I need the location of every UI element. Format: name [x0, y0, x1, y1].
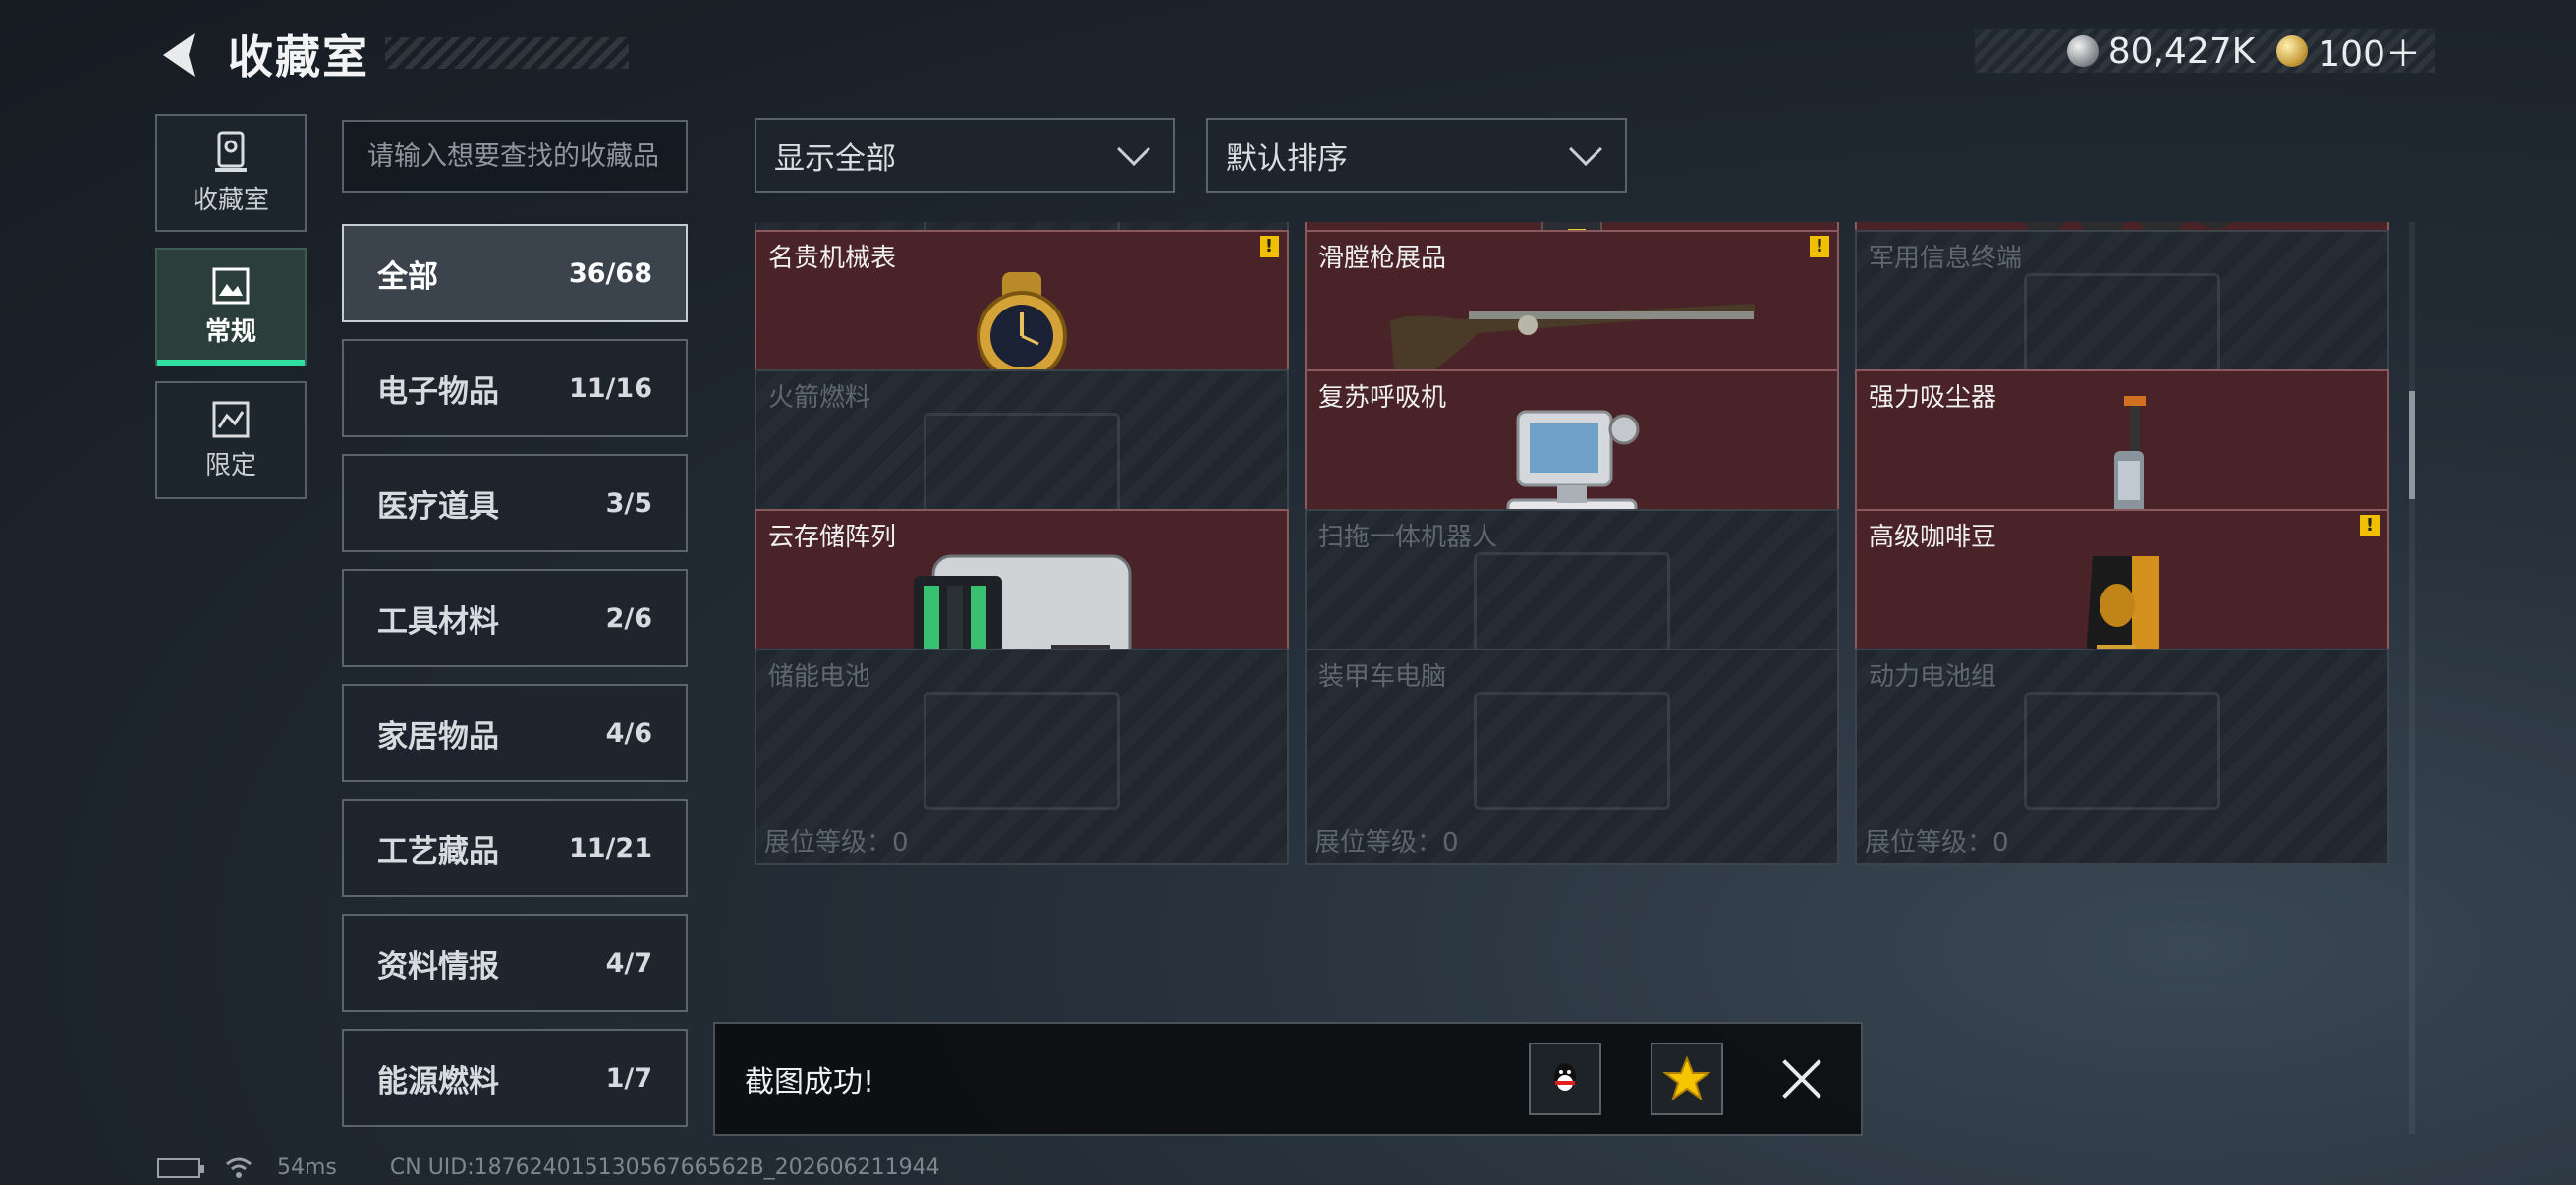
category-item[interactable]: 电子物品 11/16 — [342, 339, 688, 437]
alert-badge-icon: ! — [1810, 236, 1829, 257]
search-input[interactable] — [342, 120, 688, 193]
item-name: 云存储阵列 — [768, 523, 897, 552]
ping-value: 54ms — [277, 1156, 337, 1180]
category-item[interactable]: 能源燃料 1/7 — [342, 1029, 688, 1127]
category-name: 工具材料 — [377, 603, 499, 640]
scrollbar-thumb[interactable] — [2409, 391, 2415, 499]
category-count: 2/6 — [605, 602, 652, 634]
battery-icon — [157, 1157, 204, 1178]
alert-badge-icon: ! — [1260, 236, 1279, 257]
booth-level: 展位等级：0 — [1315, 828, 1459, 858]
back-button[interactable] — [155, 29, 206, 81]
category-name: 家居物品 — [377, 718, 499, 755]
item-name: 军用信息终端 — [1869, 244, 2023, 273]
alert-badge-icon: ! — [2360, 515, 2380, 536]
title-decoration — [385, 37, 629, 69]
category-item[interactable]: 全部 36/68 — [342, 224, 688, 322]
tab-limited[interactable]: 限定 — [155, 381, 307, 499]
close-icon[interactable] — [1772, 1049, 1831, 1108]
silver-currency-value: 80,427K — [2107, 30, 2256, 72]
gold-currency[interactable]: 100＋ — [2276, 26, 2421, 77]
item-name: 复苏呼吸机 — [1318, 383, 1447, 413]
chevron-down-icon — [1117, 133, 1150, 166]
sort-dropdown-value: 默认排序 — [1226, 141, 1348, 177]
collection-card[interactable]: 装甲车电脑展位等级：0 — [1305, 649, 1839, 865]
item-name: 滑膛枪展品 — [1318, 244, 1447, 273]
limited-icon — [212, 401, 250, 437]
category-item[interactable]: 工艺藏品 11/21 — [342, 799, 688, 897]
tab-collection-room[interactable]: 收藏室 — [155, 114, 307, 232]
item-name: 火箭燃料 — [768, 383, 871, 413]
category-item[interactable]: 家居物品 4/6 — [342, 684, 688, 782]
category-count: 1/7 — [605, 1062, 652, 1094]
category-name: 资料情报 — [377, 948, 499, 985]
screenshot-toast: 截图成功! — [713, 1022, 1863, 1136]
silver-coin-icon — [2066, 35, 2099, 67]
item-name: 名贵机械表 — [768, 244, 897, 273]
sort-dropdown[interactable]: 默认排序 — [1206, 118, 1627, 193]
gallery-icon — [212, 267, 250, 304]
silver-currency: 80,427K — [2066, 30, 2256, 72]
booth-level: 展位等级：0 — [764, 828, 909, 858]
locked-item-silhouette — [2024, 692, 2220, 810]
category-count: 36/68 — [568, 257, 652, 289]
category-name: 能源燃料 — [377, 1063, 499, 1100]
back-arrow-icon — [163, 33, 195, 77]
filter-dropdown-value: 显示全部 — [774, 141, 896, 177]
currency-bar: 80,427K 100＋ — [1975, 29, 2435, 75]
category-count: 4/6 — [605, 717, 652, 749]
chevron-down-icon — [1569, 133, 1602, 166]
item-name: 高级咖啡豆 — [1869, 523, 1997, 552]
collection-card[interactable]: 储能电池展位等级：0 — [755, 649, 1289, 865]
qq-icon — [1554, 1063, 1576, 1091]
tab-label: 收藏室 — [192, 185, 269, 215]
item-name: 装甲车电脑 — [1318, 662, 1447, 692]
category-count: 11/21 — [568, 832, 652, 864]
locked-item-silhouette — [924, 692, 1120, 810]
item-name: 储能电池 — [768, 662, 871, 692]
page-title: 收藏室 — [228, 30, 369, 84]
category-item[interactable]: 资料情报 4/7 — [342, 914, 688, 1012]
item-name: 动力电池组 — [1869, 662, 1997, 692]
tab-label: 常规 — [204, 316, 256, 347]
tab-regular[interactable]: 常规 — [155, 248, 307, 366]
qzone-star-icon — [1663, 1055, 1710, 1101]
category-count: 3/5 — [605, 487, 652, 519]
collection-card[interactable]: 动力电池组展位等级：0 — [1855, 649, 2389, 865]
item-name: 扫拖一体机器人 — [1318, 523, 1498, 552]
grid-scrollbar[interactable] — [2409, 222, 2415, 1134]
tab-label: 限定 — [204, 450, 256, 480]
category-name: 工艺藏品 — [377, 833, 499, 870]
item-name: 强力吸尘器 — [1869, 383, 1997, 413]
category-name: 医疗道具 — [377, 488, 499, 525]
locked-item-silhouette — [1474, 692, 1670, 810]
gold-coin-icon — [2276, 35, 2309, 67]
active-tab-indicator — [157, 360, 305, 366]
share-qq-button[interactable] — [1529, 1043, 1601, 1115]
wifi-icon — [226, 1157, 252, 1178]
toast-message: 截图成功! — [745, 1065, 875, 1100]
status-footer: 54ms CN UID:18762401513056766562B_202606… — [157, 1156, 940, 1180]
gold-currency-value: 100＋ — [2318, 34, 2421, 75]
category-count: 4/7 — [605, 947, 652, 979]
category-count: 11/16 — [568, 372, 652, 404]
category-item[interactable]: 工具材料 2/6 — [342, 569, 688, 667]
uid-text: CN UID:18762401513056766562B_20260621194… — [389, 1156, 940, 1180]
category-name: 全部 — [377, 258, 438, 295]
trophy-icon — [215, 131, 247, 172]
category-name: 电子物品 — [377, 373, 499, 410]
collection-grid: 展位等级：0展位等级：0展位等级：0名贵机械表展位等级：0!滑膛枪展品展位等级：… — [755, 222, 2393, 1134]
category-item[interactable]: 医疗道具 3/5 — [342, 454, 688, 552]
filter-dropdown[interactable]: 显示全部 — [755, 118, 1175, 193]
booth-level: 展位等级：0 — [1865, 828, 2009, 858]
share-qzone-button[interactable] — [1651, 1043, 1723, 1115]
